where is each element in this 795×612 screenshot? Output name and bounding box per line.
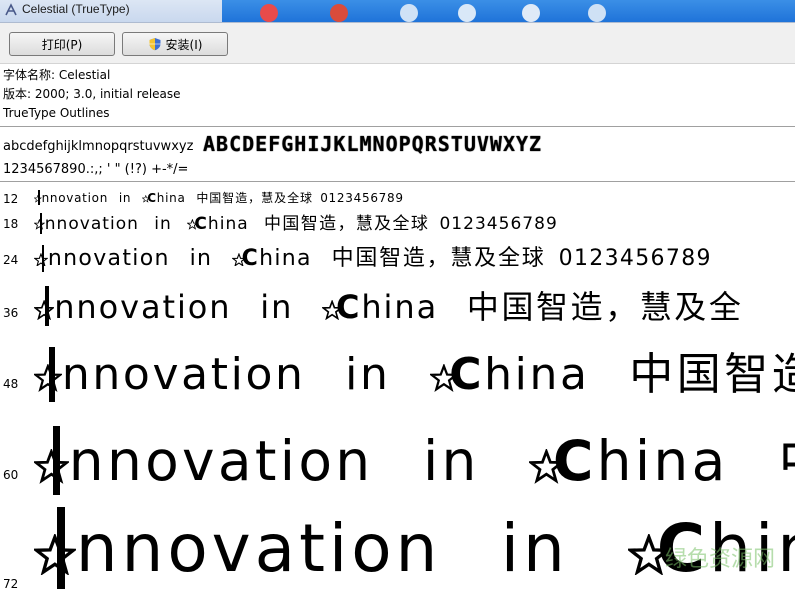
font-app-icon xyxy=(5,3,17,16)
sample-row-24: 24 nnovation in China 中国智造，慧及全球 0123456789 xyxy=(0,237,795,274)
sample-word-in: in xyxy=(345,349,391,400)
star-glyph-icon xyxy=(32,299,56,321)
divider xyxy=(0,181,795,182)
digits-sample: 1234567890.:,; ' " (!?) +-*/= xyxy=(3,162,189,177)
sample-text: nnovation in China 中国智造，慧及全球 0123456789 xyxy=(33,189,404,206)
uppercase-sample: ABCDEFGHIJKLMNOPQRSTUVWXYZ xyxy=(203,132,543,156)
sample-word-innovation: nnovation xyxy=(54,288,232,326)
sample-word-in: in xyxy=(118,191,132,205)
star-glyph-icon xyxy=(32,447,71,484)
sample-cjk: 中国 xyxy=(778,429,795,493)
divider xyxy=(0,126,795,127)
sample-size-label: 12 xyxy=(3,192,19,206)
sample-row-36: 36 nnovation in China 中国智造，慧及全 xyxy=(0,278,795,332)
sample-word-china: hina xyxy=(259,246,312,271)
sample-word-innovation: nnovation xyxy=(75,510,442,587)
font-name: 字体名称: Celestial xyxy=(3,68,111,82)
sample-text: nnovation in China 中国智造，慧及全 xyxy=(32,282,763,328)
sample-text: nnovationin China中国智造 xyxy=(32,338,795,402)
sample-size-label: 18 xyxy=(3,217,19,231)
sample-word-china: hina xyxy=(596,429,729,493)
desktop-icon xyxy=(588,4,606,22)
sample-cjk: 中国智造，慧及全球 xyxy=(264,214,430,234)
sample-word-china: hina xyxy=(361,288,439,326)
sample-word-innovation: nnovation xyxy=(61,349,306,400)
sample-cjk: 中国智造，慧及全 xyxy=(466,288,744,326)
window-title: Celestial (TrueType) xyxy=(22,2,130,16)
install-button-label: 安装(I) xyxy=(165,37,203,52)
sample-row-48: 48 nnovationin China中国智造 xyxy=(0,332,795,407)
watermark: 绿色资源网 xyxy=(664,547,775,572)
star-glyph-icon xyxy=(31,532,78,576)
print-button-label: 打印(P) xyxy=(41,37,83,52)
sample-word-innovation: nnovation xyxy=(47,246,170,271)
install-button[interactable]: 安装(I) xyxy=(122,32,228,56)
desktop-icon xyxy=(400,4,418,22)
sample-word-in: in xyxy=(189,246,213,271)
sample-word-innovation: nnovation xyxy=(41,191,109,205)
sample-word-in: in xyxy=(500,510,569,587)
sample-row-18: 18 nnovation in China 中国智造，慧及全球 0123456789 xyxy=(0,206,795,235)
sample-word-in: in xyxy=(422,429,480,493)
sample-word-china: hina xyxy=(156,191,186,205)
sample-cjk: 中国智造，慧及全球 xyxy=(196,191,313,205)
sample-row-12: 12 nnovation in China 中国智造，慧及全球 0123456789 xyxy=(0,186,795,206)
toolbar: 打印(P) 安装(I) xyxy=(0,23,795,64)
sample-cjk: 中国智造，慧及全球 xyxy=(331,246,546,271)
sample-text: nnovation in China 中国智造，慧及全球 0123456789 xyxy=(33,209,558,235)
sample-digits: 0123456789 xyxy=(439,214,558,234)
sample-digits: 0123456789 xyxy=(320,191,404,205)
sample-size-label: 72 xyxy=(3,577,19,591)
sample-cjk: 中国智造 xyxy=(629,349,795,400)
desktop-icon xyxy=(458,4,476,22)
sample-word-in: in xyxy=(260,288,294,326)
sample-word-innovation: nnovation xyxy=(68,429,374,493)
lowercase-sample: abcdefghijklmnopqrstuvwxyz xyxy=(3,139,194,154)
print-button[interactable]: 打印(P) xyxy=(9,32,115,56)
font-version: 版本: 2000; 3.0, initial release xyxy=(3,87,181,101)
sample-digits: 0123456789 xyxy=(558,246,712,271)
uac-shield-icon xyxy=(149,38,161,51)
sample-size-label: 24 xyxy=(3,253,19,267)
sample-text: nnovationin China中国 xyxy=(32,416,795,496)
font-info: 字体名称: Celestial 版本: 2000; 3.0, initial r… xyxy=(3,66,181,123)
sample-word-china: hina xyxy=(484,349,590,400)
sample-row-60: 60 nnovationin China中国 xyxy=(0,408,795,502)
title-bar: Celestial (TrueType) xyxy=(0,0,795,23)
sample-size-label: 36 xyxy=(3,306,19,320)
desktop-icon xyxy=(260,4,278,22)
sample-size-label: 48 xyxy=(3,377,19,391)
desktop-icon xyxy=(330,4,348,22)
sample-word-in: in xyxy=(154,214,172,234)
font-type: TrueType Outlines xyxy=(3,106,110,120)
sample-size-label: 60 xyxy=(3,468,19,482)
sample-word-innovation: nnovation xyxy=(44,214,139,234)
desktop-background-strip xyxy=(222,0,795,22)
sample-text: nnovation in China 中国智造，慧及全球 0123456789 xyxy=(33,240,712,273)
star-glyph-icon xyxy=(32,362,64,393)
sample-word-china: hina xyxy=(207,214,249,234)
desktop-icon xyxy=(522,4,540,22)
